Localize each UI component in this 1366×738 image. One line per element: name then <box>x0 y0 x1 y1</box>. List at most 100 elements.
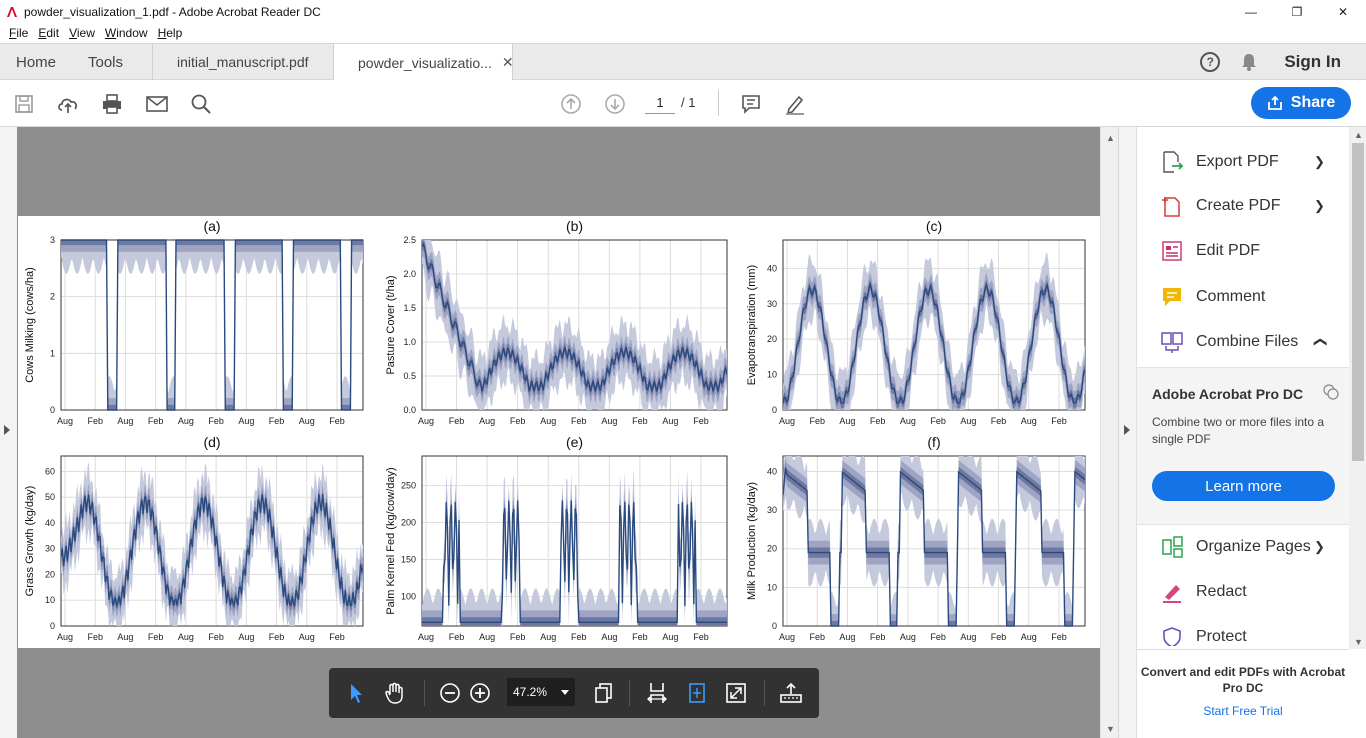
toolbar-divider <box>718 90 719 116</box>
panel-label: (f) <box>927 434 940 450</box>
menu-help[interactable]: Help <box>153 26 188 40</box>
menu-window[interactable]: Window <box>100 26 153 40</box>
x-tick-label: Aug <box>418 632 434 642</box>
comment-icon[interactable] <box>739 92 763 116</box>
zoom-in-icon[interactable] <box>468 681 492 705</box>
panel-label: (d) <box>203 434 220 450</box>
scroll-up-icon[interactable]: ▲ <box>1354 130 1363 140</box>
x-tick-label: Feb <box>269 416 285 426</box>
panel-label: (b) <box>566 218 583 234</box>
learn-more-button[interactable]: Learn more <box>1152 471 1335 501</box>
previous-page-icon[interactable] <box>559 92 583 116</box>
select-cursor-icon[interactable] <box>344 681 368 705</box>
tool-organize-pages[interactable]: Organize Pages <box>1159 534 1311 560</box>
highlight-pen-icon[interactable] <box>783 92 807 116</box>
zoom-value: 47.2% <box>513 685 548 699</box>
tool-label: Comment <box>1196 288 1266 305</box>
y-tick-label: 20 <box>767 544 777 554</box>
upgrade-banner: Convert and edit PDFs with Acrobat Pro D… <box>1137 649 1349 738</box>
tool-create-pdf[interactable]: Create PDF <box>1159 193 1280 219</box>
menu-file[interactable]: File <box>4 26 33 40</box>
chevron-down-icon[interactable]: ❯ <box>1314 539 1325 555</box>
scroll-down-icon[interactable]: ▼ <box>1106 724 1115 734</box>
chart-panel: (d) Aug Feb Aug Feb Aug Feb Aug Feb Aug Feb 0 10 20 30… <box>24 434 364 642</box>
restore-button[interactable]: ❐ <box>1274 0 1320 23</box>
menu-edit[interactable]: Edit <box>33 26 64 40</box>
floating-toolbar: 47.2% <box>329 668 819 718</box>
chevron-down-icon <box>561 690 569 695</box>
x-tick-label: Feb <box>693 632 709 642</box>
x-tick-label: Feb <box>632 632 648 642</box>
print-icon[interactable] <box>100 92 124 116</box>
chart-panel: (b) Aug Feb Aug Feb Aug Feb Aug Feb Aug Feb 0.0 0.5 1… <box>385 218 728 426</box>
tool-export-pdf[interactable]: Export PDF <box>1159 149 1279 175</box>
tool-edit-pdf[interactable]: Edit PDF <box>1159 238 1260 264</box>
upload-cloud-icon[interactable] <box>56 92 80 116</box>
help-icon[interactable]: ? <box>1200 52 1221 72</box>
tool-combine-files[interactable]: Combine Files <box>1159 329 1298 355</box>
y-tick-label: 200 <box>401 518 416 528</box>
x-tick-label: Aug <box>662 416 678 426</box>
y-tick-label: 60 <box>45 466 55 476</box>
menu-view[interactable]: View <box>64 26 100 40</box>
full-screen-icon[interactable] <box>724 681 748 705</box>
document-scrollbar[interactable]: ▲ ▼ <box>1100 127 1118 738</box>
floatbar-divider <box>629 680 630 706</box>
fit-page-icon[interactable] <box>685 681 709 705</box>
zoom-level-select[interactable]: 47.2% <box>507 678 575 706</box>
tool-protect[interactable]: Protect <box>1159 624 1247 646</box>
next-page-icon[interactable] <box>603 92 627 116</box>
page-view-icon[interactable] <box>592 681 616 705</box>
scroll-down-icon[interactable]: ▼ <box>1354 637 1363 647</box>
tab-initial-manuscript[interactable]: initial_manuscript.pdf <box>152 44 332 80</box>
x-tick-label: Feb <box>329 632 345 642</box>
y-tick-label: 40 <box>767 263 777 273</box>
page-total: / 1 <box>681 95 696 110</box>
tools-pane-scrollbar[interactable]: ▲ ▼ <box>1349 127 1366 649</box>
y-tick-label: 0.0 <box>403 405 416 415</box>
save-icon[interactable] <box>12 92 36 116</box>
tool-comment[interactable]: Comment <box>1159 284 1265 310</box>
scrollbar-thumb[interactable] <box>1352 143 1364 461</box>
x-tick-label: Feb <box>208 416 224 426</box>
bell-icon[interactable] <box>1240 52 1258 72</box>
tab-tools[interactable]: Tools <box>88 44 123 80</box>
fit-width-icon[interactable] <box>645 681 669 705</box>
chart-panel: (f) Aug Feb Aug Feb Aug Feb Aug Feb Aug Feb 0 10 20 30… <box>746 434 1086 642</box>
chevron-up-icon[interactable]: ❯ <box>1311 337 1327 348</box>
x-tick-label: Aug <box>238 632 254 642</box>
start-free-trial-link[interactable]: Start Free Trial <box>1137 704 1349 718</box>
minimize-button[interactable]: — <box>1228 0 1274 23</box>
close-tab-icon[interactable]: ✕ <box>502 54 514 71</box>
x-tick-label: Feb <box>693 416 709 426</box>
window-title: powder_visualization_1.pdf - Adobe Acrob… <box>24 4 321 19</box>
chevron-down-icon[interactable]: ❯ <box>1314 198 1325 214</box>
share-button[interactable]: Share <box>1251 87 1351 119</box>
zoom-out-icon[interactable] <box>438 681 462 705</box>
organize-pages-icon <box>1159 534 1185 560</box>
y-tick-label: 150 <box>401 554 416 564</box>
page-number-input[interactable]: 1 <box>645 92 675 114</box>
y-axis-label: Palm Kernel Fed (kg/cow/day) <box>385 467 397 614</box>
scroll-up-icon[interactable]: ▲ <box>1106 133 1115 143</box>
plot-frame <box>782 239 1086 411</box>
tool-label: Export PDF <box>1196 153 1279 170</box>
tool-label: Redact <box>1196 583 1247 600</box>
close-window-button[interactable]: ✕ <box>1320 0 1366 23</box>
tab-home[interactable]: Home <box>16 44 56 80</box>
tools-pane-toggle[interactable] <box>1119 127 1137 738</box>
read-mode-icon[interactable] <box>779 681 803 705</box>
search-icon[interactable] <box>189 92 213 116</box>
x-tick-label: Aug <box>779 632 795 642</box>
tab-powder-visualization[interactable]: powder_visualizatio... ✕ <box>333 44 514 81</box>
sign-in-button[interactable]: Sign In <box>1284 52 1341 72</box>
hand-tool-icon[interactable] <box>383 681 407 705</box>
acrobat-icon <box>7 6 17 17</box>
left-pane-toggle[interactable] <box>0 127 17 738</box>
x-tick-label: Feb <box>991 416 1007 426</box>
tool-redact[interactable]: Redact <box>1159 579 1247 605</box>
pdf-page: (a) Aug Feb Aug Feb Aug Feb Aug Feb Aug Feb 0 1 2 3 Cow… <box>18 216 1100 648</box>
document-viewport[interactable]: (a) Aug Feb Aug Feb Aug Feb Aug Feb Aug Feb 0 1 2 3 Cow… <box>0 127 1118 738</box>
email-icon[interactable] <box>145 92 169 116</box>
chevron-down-icon[interactable]: ❯ <box>1314 154 1325 170</box>
